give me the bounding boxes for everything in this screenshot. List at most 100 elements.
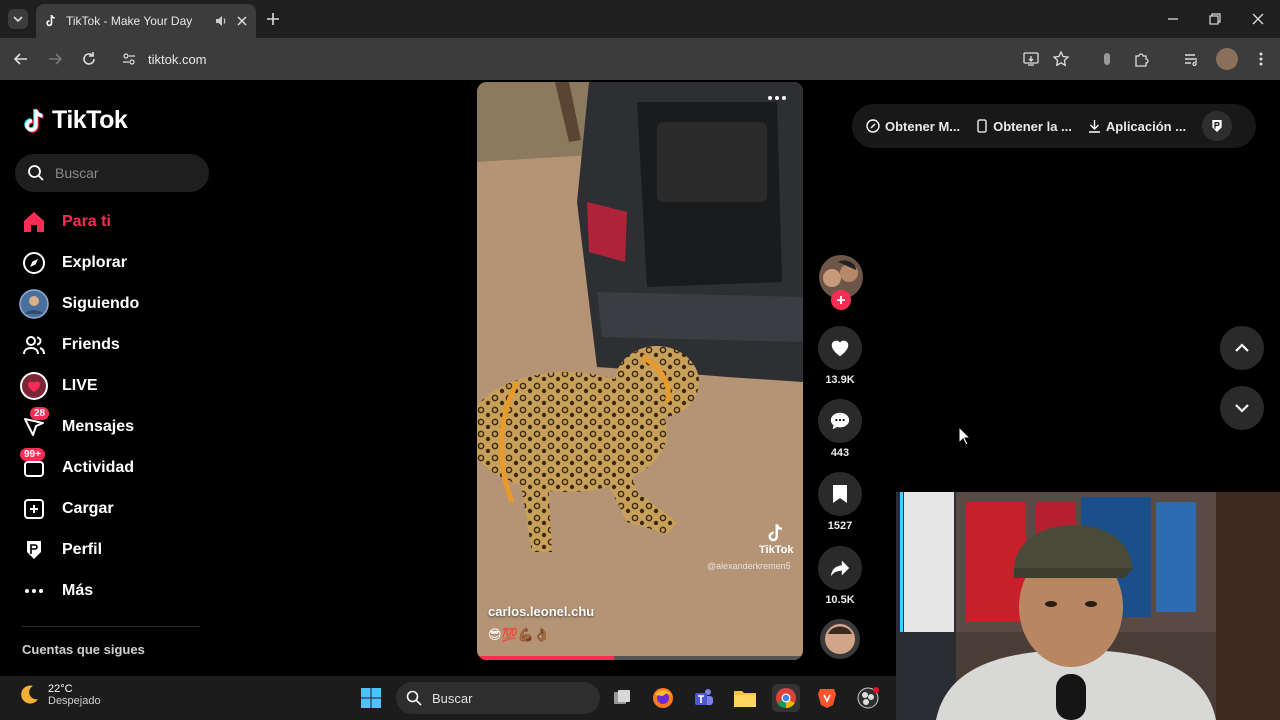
video-player[interactable]: TikTok @alexanderkremen5 carlos.leonel.c…: [477, 82, 803, 660]
search-input[interactable]: Buscar: [15, 154, 209, 192]
tiktok-logo[interactable]: TikTok: [22, 106, 128, 135]
address-bar[interactable]: tiktok.com: [110, 43, 1070, 75]
media-controls-icon[interactable]: [1183, 50, 1201, 68]
video-username[interactable]: carlos.leonel.chu: [488, 604, 594, 619]
extension-hand-icon[interactable]: [1098, 50, 1116, 68]
webcam-overlay: [896, 492, 1280, 720]
messages-badge: 28: [30, 407, 50, 420]
desktop-app-button[interactable]: Aplicación ...: [1088, 119, 1186, 134]
site-info-icon[interactable]: [122, 52, 136, 66]
windows-start-icon[interactable]: [357, 684, 385, 712]
profile-avatar-icon[interactable]: [1216, 48, 1238, 70]
top-action-label: Obtener la ...: [993, 118, 1072, 134]
activity-badge: 99+: [20, 448, 45, 461]
live-icon: [18, 370, 50, 402]
browser-menu-icon[interactable]: [1252, 50, 1270, 68]
logo-text: TikTok: [52, 106, 128, 134]
temperature: 22°C: [48, 683, 73, 695]
back-icon[interactable]: [12, 50, 30, 68]
activity-icon: 99+: [18, 448, 50, 484]
creator-avatar[interactable]: [818, 254, 864, 310]
nav-item-perfil[interactable]: Perfil: [18, 533, 208, 567]
nav-item-live[interactable]: LIVE: [18, 369, 208, 403]
comment-count: 443: [830, 447, 850, 459]
new-tab-icon[interactable]: [264, 10, 282, 28]
watermark-username: @alexanderkremen5: [707, 561, 791, 571]
file-explorer-icon[interactable]: [731, 684, 759, 712]
nav-item-explorar[interactable]: Explorar: [18, 246, 208, 280]
nav-label: Perfil: [62, 541, 103, 558]
music-disc-avatar[interactable]: [819, 618, 861, 660]
video-progress-bar[interactable]: [477, 656, 803, 660]
webcam-image: [896, 492, 1280, 720]
nav-item-cargar[interactable]: Cargar: [18, 492, 208, 526]
video-progress-fill: [477, 656, 614, 660]
nav-item-actividad[interactable]: 99+ Actividad: [18, 448, 208, 485]
comment-button[interactable]: 443: [818, 399, 862, 459]
like-count: 13.9K: [825, 374, 855, 386]
browser-tab-bar: TikTok - Make Your Day: [0, 0, 1280, 38]
watermark-text: TikTok: [759, 544, 794, 556]
forward-icon[interactable]: [46, 50, 64, 68]
obs-icon[interactable]: [854, 684, 882, 712]
nav-item-siguiendo[interactable]: Siguiendo: [18, 287, 208, 321]
get-coins-button[interactable]: Obtener M...: [866, 119, 960, 134]
chrome-icon[interactable]: [772, 684, 800, 712]
audio-playing-icon[interactable]: [214, 14, 228, 28]
save-count: 1527: [827, 520, 853, 532]
next-video-button[interactable]: [1220, 386, 1264, 430]
following-avatar-icon: [18, 288, 50, 320]
restore-window-icon[interactable]: [1208, 12, 1222, 26]
upload-icon: [18, 493, 50, 525]
nav-item-mensajes[interactable]: 28 Mensajes: [18, 407, 208, 444]
browser-toolbar: tiktok.com: [0, 38, 1280, 80]
taskbar-search-input[interactable]: Buscar: [396, 682, 600, 714]
video-options-icon[interactable]: [767, 94, 787, 102]
share-button[interactable]: 10.5K: [818, 546, 862, 606]
task-view-icon[interactable]: [608, 684, 636, 712]
search-icon: [406, 690, 422, 706]
tiktok-favicon-icon: [46, 14, 55, 27]
friends-icon: [18, 329, 50, 361]
tiktok-watermark: TikTok: [759, 522, 793, 556]
share-count: 10.5K: [825, 594, 855, 606]
mouse-cursor-icon: [958, 426, 972, 446]
nav-label: Actividad: [62, 459, 135, 476]
coin-icon: [866, 119, 880, 133]
chevron-up-icon: [1235, 343, 1249, 352]
nav-label: Cargar: [62, 500, 114, 517]
top-action-label: Aplicación ...: [1105, 118, 1187, 134]
follow-plus-icon[interactable]: [831, 290, 851, 310]
tiktok-note-icon: [24, 108, 44, 133]
weather-widget[interactable]: 22°C Despejado: [18, 683, 101, 707]
nav-label: Más: [62, 582, 94, 599]
search-placeholder: Buscar: [55, 165, 99, 181]
nav-label: Friends: [62, 336, 120, 353]
heart-icon: [831, 340, 849, 357]
nav-label: Mensajes: [62, 418, 135, 435]
close-window-icon[interactable]: [1251, 12, 1265, 26]
save-button[interactable]: 1527: [818, 472, 862, 532]
teams-icon[interactable]: [690, 684, 718, 712]
brave-icon[interactable]: [813, 684, 841, 712]
video-caption: 😎💯💪🏾👌🏾: [488, 627, 551, 642]
install-app-icon[interactable]: [1022, 50, 1040, 68]
reload-icon[interactable]: [80, 50, 98, 68]
nav-item-mas[interactable]: Más: [18, 574, 208, 608]
tiktok-watermark-icon: [768, 524, 783, 542]
top-action-label: Obtener M...: [885, 118, 961, 134]
bookmark-star-icon[interactable]: [1052, 50, 1070, 68]
tab-list-dropdown-icon[interactable]: [8, 9, 28, 29]
firefox-icon[interactable]: [649, 684, 677, 712]
get-app-button[interactable]: Obtener la ...: [976, 119, 1072, 134]
like-button[interactable]: 13.9K: [818, 326, 862, 386]
browser-tab[interactable]: TikTok - Make Your Day: [36, 4, 256, 38]
previous-video-button[interactable]: [1220, 326, 1264, 370]
nav-item-friends[interactable]: Friends: [18, 328, 208, 362]
user-profile-avatar-icon[interactable]: [1202, 111, 1233, 141]
weather-condition: Despejado: [48, 695, 101, 707]
nav-item-para-ti[interactable]: Para ti: [18, 205, 208, 239]
extensions-puzzle-icon[interactable]: [1133, 50, 1151, 68]
minimize-window-icon[interactable]: [1166, 12, 1180, 26]
close-tab-icon[interactable]: [236, 15, 248, 27]
